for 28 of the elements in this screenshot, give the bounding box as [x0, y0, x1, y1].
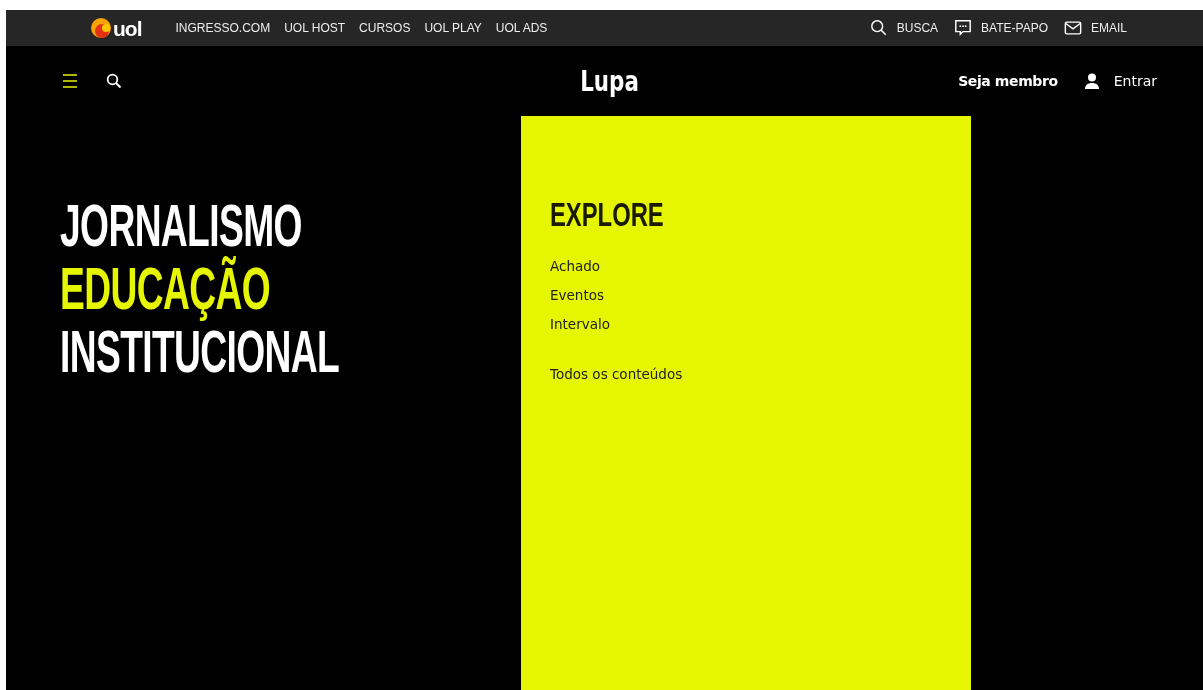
user-icon: [1083, 73, 1100, 89]
chat-icon: [954, 19, 973, 37]
nav-link[interactable]: BUSCA: [896, 21, 939, 35]
nav-link[interactable]: INGRESSO.COM: [175, 21, 271, 35]
explore-heading: EXPLORE: [550, 194, 664, 234]
logo[interactable]: uol: [90, 17, 142, 39]
headline-word: JORNALISMO: [60, 194, 302, 257]
nav-link[interactable]: UOL HOST: [284, 21, 346, 35]
explore-link[interactable]: Eventos: [550, 281, 604, 310]
headline-word: EDUCAÇÃO: [60, 257, 270, 320]
nav-link[interactable]: CURSOS: [359, 21, 411, 35]
member-link[interactable]: Seja membro: [958, 73, 1058, 89]
search-icon: [869, 19, 888, 37]
nav-link[interactable]: EMAIL: [1091, 21, 1127, 35]
login-link[interactable]: Entrar: [1113, 73, 1157, 89]
site-title[interactable]: Lupa: [580, 64, 639, 98]
nav-link[interactable]: UOL PLAY: [424, 21, 482, 35]
sun-logo-icon: [90, 17, 112, 39]
explore-link[interactable]: Intervalo: [550, 310, 610, 339]
search-icon[interactable]: [106, 73, 122, 89]
headline-word: INSTITUCIONAL: [60, 320, 340, 383]
nav-link[interactable]: UOL ADS: [495, 21, 548, 35]
logo-text: uol: [113, 17, 142, 39]
mail-icon: [1064, 19, 1082, 37]
nav-link[interactable]: BATE-PAPO: [981, 21, 1048, 35]
menu-icon[interactable]: [62, 73, 78, 89]
all-content-link[interactable]: Todos os conteúdos: [550, 360, 683, 389]
explore-link[interactable]: Achado: [550, 252, 601, 281]
